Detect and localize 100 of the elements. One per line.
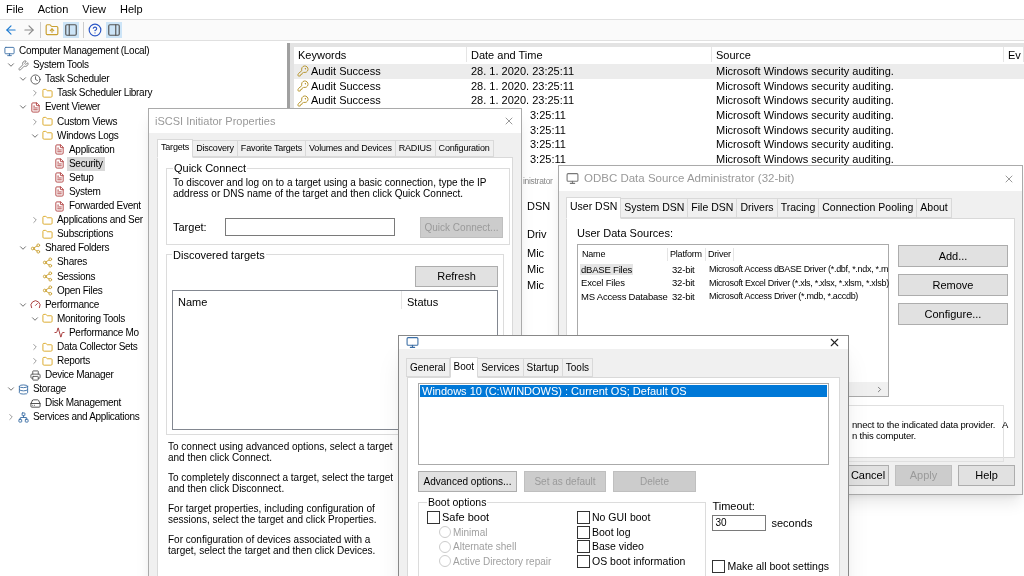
collapsed-chevron-icon[interactable]	[30, 88, 40, 99]
tree-item[interactable]: Device Manager	[43, 368, 116, 383]
column-header[interactable]: Keywords	[294, 47, 467, 62]
help-button[interactable]	[88, 23, 102, 37]
collapsed-chevron-icon[interactable]	[30, 342, 40, 352]
tree-item[interactable]: Computer Management (Local)	[17, 44, 152, 59]
tab[interactable]: DSN	[527, 197, 558, 215]
tree-item[interactable]: Security	[67, 156, 105, 171]
tab[interactable]: Connection Pooling	[818, 198, 918, 218]
key-icon	[297, 65, 309, 78]
checkbox-label: Safe boot	[442, 511, 490, 524]
scroll-right-icon[interactable]	[875, 384, 884, 394]
event-row[interactable]: Audit Success 28. 1. 2020. 23:25:11 Microsoft Windows security auditing.	[294, 78, 1024, 94]
dialog-button[interactable]: Refresh	[415, 266, 498, 287]
target-field[interactable]	[225, 218, 395, 236]
tab[interactable]: Boot	[449, 357, 479, 378]
tree-item[interactable]: Subscriptions	[55, 227, 116, 242]
tree-item[interactable]: Sessions	[55, 269, 98, 284]
checkbox[interactable]	[577, 540, 590, 553]
dialog-button[interactable]: Remove	[898, 274, 1008, 297]
checkbox-label: Boot log	[592, 525, 631, 539]
checkbox[interactable]	[577, 525, 590, 539]
collapsed-chevron-icon[interactable]	[6, 412, 16, 423]
column-header[interactable]: Source	[712, 47, 1004, 62]
tab[interactable]: RADIUS	[394, 139, 436, 157]
tree-item[interactable]: Disk Management	[43, 396, 124, 411]
help-text: To completely disconnect a target, select the target and then click Disconnect.	[168, 471, 395, 494]
tree-item[interactable]: Shared Folders	[43, 241, 112, 256]
tree-item[interactable]: Custom Views	[55, 114, 120, 129]
checkbox[interactable]	[577, 511, 590, 524]
list-item[interactable]: Windows 10 (C:\WINDOWS) : Current OS; Default OS	[420, 385, 827, 397]
tab[interactable]: About	[916, 198, 952, 218]
event-row[interactable]: Audit Success 28. 1. 2020. 23:25:11 Microsoft Windows security auditing.	[294, 93, 1024, 109]
tab[interactable]: Tools	[561, 358, 594, 377]
tree-item[interactable]: System Tools	[31, 58, 91, 73]
table-cell[interactable]: dBASE Files	[580, 263, 634, 275]
show-tree-button[interactable]	[63, 22, 79, 38]
tree-item[interactable]: Windows Logs	[55, 128, 121, 143]
tab[interactable]: User DSN	[566, 197, 622, 219]
tree-item[interactable]: Reports	[55, 354, 92, 369]
log-icon	[30, 101, 41, 113]
computer-icon	[406, 336, 419, 349]
dialog-button[interactable]: Add...	[898, 245, 1008, 268]
dialog-button[interactable]: Advanced options...	[418, 471, 517, 492]
collapsed-chevron-icon[interactable]	[30, 356, 40, 367]
tree-item[interactable]: Performance	[43, 297, 101, 312]
tab[interactable]: Drivers	[736, 198, 778, 218]
column-header[interactable]: Name	[578, 247, 668, 261]
column-header[interactable]: Driver	[706, 247, 734, 261]
tree-item[interactable]: Task Scheduler Library	[55, 86, 155, 101]
back-button[interactable]	[4, 23, 18, 37]
tree-item[interactable]: Data Collector Sets	[55, 340, 140, 354]
tree-item[interactable]: System	[67, 185, 103, 199]
menu-item[interactable]: File	[6, 1, 24, 18]
menu-item[interactable]: Action	[37, 1, 69, 18]
tab[interactable]: Discovery	[192, 139, 238, 157]
tree-item[interactable]: Performance Mo	[67, 325, 141, 340]
checkbox[interactable]	[577, 554, 590, 568]
column-header[interactable]: Platform	[668, 247, 706, 261]
tab[interactable]: General	[406, 358, 450, 377]
tab[interactable]: System DSN	[620, 198, 689, 218]
tree-item[interactable]: Monitoring Tools	[55, 311, 127, 326]
column-header[interactable]: Date and Time	[467, 47, 712, 62]
tree-item[interactable]: Storage	[31, 382, 68, 397]
tab[interactable]: Startup	[522, 358, 563, 377]
menu-item[interactable]: View	[82, 1, 106, 18]
tree-item[interactable]: Applications and Ser	[55, 213, 145, 228]
tree-item[interactable]: Services and Applications	[31, 410, 142, 425]
tab[interactable]: Tracing	[776, 198, 820, 218]
table-cell[interactable]: MS Access Database	[580, 290, 669, 302]
event-row[interactable]: Audit Success 28. 1. 2020. 23:25:11 Microsoft Windows security auditing.	[294, 64, 1024, 79]
checkbox[interactable]	[427, 511, 440, 524]
tree-item[interactable]: Setup	[67, 170, 96, 185]
tab[interactable]: Services	[477, 358, 524, 377]
tree-item[interactable]: Application	[67, 142, 117, 157]
dialog-button[interactable]: Configure...	[898, 303, 1008, 326]
tree-item[interactable]: Forwarded Event	[67, 199, 143, 214]
tab[interactable]: Targets	[157, 138, 194, 158]
tab[interactable]: Configuration	[434, 139, 494, 157]
tree-item[interactable]: Shares	[55, 255, 89, 270]
collapsed-chevron-icon[interactable]	[30, 116, 40, 127]
tree-item[interactable]: Event Viewer	[43, 100, 103, 115]
timeout-field[interactable]: 30	[712, 514, 767, 531]
tree-item[interactable]: Task Scheduler	[43, 72, 112, 87]
table-cell[interactable]: Excel Files	[580, 277, 626, 289]
dialog-button[interactable]: Help	[958, 464, 1015, 486]
show-action-pane-button[interactable]	[106, 22, 122, 38]
tree-item[interactable]: Open Files	[55, 283, 105, 298]
tab[interactable]: Volumes and Devices	[305, 139, 396, 157]
forward-button[interactable]	[22, 23, 36, 37]
up-button[interactable]	[45, 23, 59, 37]
tab[interactable]: File DSN	[687, 198, 738, 218]
column-header[interactable]: Ev	[1004, 47, 1024, 62]
checkbox[interactable]	[712, 560, 726, 574]
collapsed-chevron-icon[interactable]	[30, 215, 40, 226]
close-icon[interactable]	[828, 336, 841, 349]
menu-item[interactable]: Help	[119, 1, 143, 18]
table-cell: Microsoft Windows security auditing.	[716, 94, 894, 107]
dialog-button[interactable]: Cancel	[847, 464, 889, 486]
tab[interactable]: Favorite Targets	[236, 139, 306, 157]
